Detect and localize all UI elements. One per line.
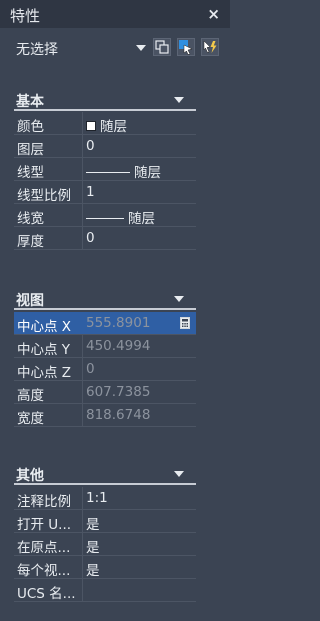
property-row-ucs-icon-on[interactable]: 打开 U... 是 [14, 510, 196, 533]
property-value: 818.6748 [86, 407, 151, 423]
column-divider [82, 533, 83, 555]
column-divider [82, 335, 83, 357]
property-row-center-z[interactable]: 中心点 Z 0 [14, 358, 196, 381]
property-row-linetype-scale[interactable]: 线型比例 1 [14, 181, 196, 204]
column-divider [82, 556, 83, 578]
property-value: 607.7385 [86, 384, 151, 400]
property-key: 高度 [17, 388, 44, 404]
lineweight-sample-icon [86, 218, 124, 219]
section-divider [14, 109, 196, 111]
section-other-title: 其他 [16, 468, 44, 484]
section-view-title: 视图 [16, 293, 44, 309]
property-row-layer[interactable]: 图层 0 [14, 135, 196, 158]
column-divider [82, 181, 83, 203]
lineweight-value-text: 随层 [128, 211, 155, 227]
property-key: UCS 名... [17, 586, 76, 602]
property-row-height[interactable]: 高度 607.7385 [14, 381, 196, 404]
property-key: 线宽 [17, 211, 44, 227]
section-view-header[interactable]: 视图 [16, 290, 196, 309]
chevron-down-icon [136, 45, 146, 51]
section-basic-title: 基本 [16, 94, 44, 110]
column-divider [82, 112, 83, 134]
property-row-ucs-name[interactable]: UCS 名... [14, 579, 196, 602]
property-key: 在原点... [17, 540, 71, 556]
linetype-value-text: 随层 [134, 165, 161, 181]
property-value: 450.4994 [86, 338, 151, 354]
column-divider [82, 510, 83, 532]
column-divider [82, 487, 83, 509]
calculator-icon[interactable] [180, 317, 190, 329]
property-key: 厚度 [17, 234, 44, 250]
property-value: 1 [86, 184, 95, 200]
property-key: 注释比例 [17, 494, 71, 510]
linetype-sample-icon [86, 172, 130, 173]
property-key: 每个视... [17, 563, 71, 579]
property-key: 宽度 [17, 411, 44, 427]
column-divider [82, 404, 83, 426]
column-divider [82, 204, 83, 226]
property-row-lineweight[interactable]: 线宽 随层 [14, 204, 196, 227]
property-key: 图层 [17, 142, 44, 158]
color-swatch-icon [86, 121, 96, 131]
property-value: 是 [86, 517, 100, 533]
section-other-header[interactable]: 其他 [16, 465, 196, 484]
property-row-color[interactable]: 颜色 随层 [14, 112, 196, 135]
property-key: 中心点 Y [17, 342, 71, 358]
property-key: 打开 U... [17, 517, 72, 533]
property-row-annotation-scale[interactable]: 注释比例 1:1 [14, 487, 196, 510]
property-key: 中心点 X [17, 319, 72, 335]
column-divider [82, 579, 83, 601]
column-divider [82, 158, 83, 180]
select-objects-icon[interactable] [177, 38, 195, 56]
property-row-center-x[interactable]: 中心点 X 555.8901 [14, 312, 196, 335]
column-divider [82, 135, 83, 157]
selection-value: 无选择 [16, 42, 58, 58]
property-key: 线型比例 [17, 188, 71, 204]
property-value: 0 [86, 230, 95, 246]
property-value: 是 [86, 540, 100, 556]
color-value-text: 随层 [100, 119, 127, 135]
chevron-down-icon[interactable] [174, 296, 184, 302]
close-icon[interactable]: × [207, 5, 220, 23]
property-row-width[interactable]: 宽度 818.6748 [14, 404, 196, 427]
property-row-ucs-per-viewport[interactable]: 每个视... 是 [14, 556, 196, 579]
property-value: 随层 [86, 115, 127, 135]
property-value: 随层 [86, 161, 161, 181]
property-row-thickness[interactable]: 厚度 0 [14, 227, 196, 250]
property-key: 颜色 [17, 119, 44, 135]
property-value: 0 [86, 361, 95, 377]
column-divider [82, 381, 83, 403]
property-key: 线型 [17, 165, 44, 181]
selection-dropdown[interactable]: 无选择 [16, 38, 148, 58]
section-basic-header[interactable]: 基本 [16, 91, 196, 110]
property-value: 555.8901 [86, 315, 151, 331]
panel-title: 特性 [10, 7, 41, 25]
property-row-linetype[interactable]: 线型 随层 [14, 158, 196, 181]
property-row-center-y[interactable]: 中心点 Y 450.4994 [14, 335, 196, 358]
section-divider [14, 483, 196, 485]
quick-select-icon[interactable] [201, 38, 219, 56]
property-value: 1:1 [86, 490, 108, 506]
property-value: 随层 [86, 207, 155, 227]
toggle-pickadd-icon[interactable] [153, 38, 171, 56]
panel-titlebar: 特性 × [0, 0, 230, 28]
property-row-ucs-at-origin[interactable]: 在原点... 是 [14, 533, 196, 556]
property-key: 中心点 Z [17, 365, 72, 381]
section-divider [14, 308, 196, 310]
column-divider [82, 227, 83, 249]
column-divider [82, 358, 83, 380]
chevron-down-icon[interactable] [174, 97, 184, 103]
property-value: 是 [86, 563, 100, 579]
chevron-down-icon[interactable] [174, 471, 184, 477]
property-value: 0 [86, 138, 95, 154]
